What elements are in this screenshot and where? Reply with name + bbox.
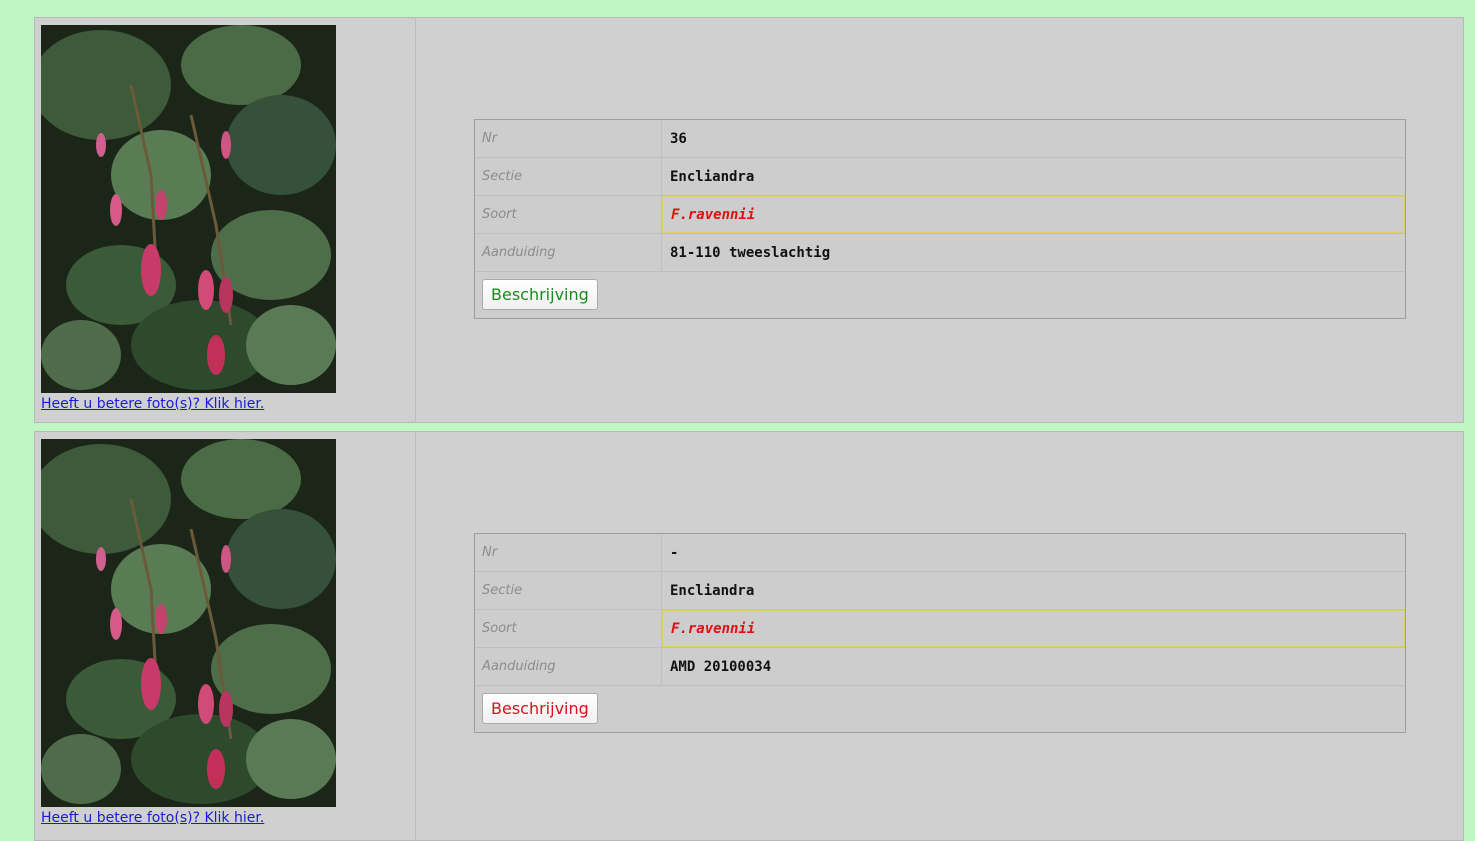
value-nr: - <box>670 545 679 561</box>
fuchsia-photo[interactable] <box>41 439 336 807</box>
row-sectie: Sectie Encliandra <box>475 158 1405 196</box>
top-strip <box>0 0 1475 17</box>
photo-column: Heeft u betere foto(s)? Klik hier. <box>35 432 416 840</box>
row-aanduiding: Aanduiding AMD 20100034 <box>475 648 1405 686</box>
value-aanduiding: AMD 20100034 <box>670 659 772 675</box>
value-soort: F.ravennii <box>662 610 1405 647</box>
photo-column: Heeft u betere foto(s)? Klik hier. <box>35 18 416 422</box>
info-table: Nr 36 Sectie Encliandra Soort F.ravennii… <box>474 119 1406 319</box>
button-row: Beschrijving <box>475 272 1405 318</box>
value-soort: F.ravennii <box>662 196 1405 233</box>
label-sectie: Sectie <box>475 158 662 195</box>
value-sectie: Encliandra <box>670 583 755 599</box>
label-nr: Nr <box>475 534 662 571</box>
row-soort: Soort F.ravennii <box>475 196 1405 234</box>
value-aanduiding: 81-110 tweeslachtig <box>670 245 831 261</box>
label-aanduiding: Aanduiding <box>475 648 662 685</box>
row-nr: Nr 36 <box>475 120 1405 158</box>
better-photo-link[interactable]: Heeft u betere foto(s)? Klik hier. <box>41 810 264 826</box>
row-nr: Nr - <box>475 534 1405 572</box>
value-sectie: Encliandra <box>670 169 755 185</box>
label-sectie: Sectie <box>475 572 662 609</box>
better-photo-link[interactable]: Heeft u betere foto(s)? Klik hier. <box>41 396 264 412</box>
beschrijving-button[interactable]: Beschrijving <box>482 693 598 724</box>
label-nr: Nr <box>475 120 662 157</box>
row-aanduiding: Aanduiding 81-110 tweeslachtig <box>475 234 1405 272</box>
row-soort: Soort F.ravennii <box>475 610 1405 648</box>
label-aanduiding: Aanduiding <box>475 234 662 271</box>
button-row: Beschrijving <box>475 686 1405 732</box>
label-soort: Soort <box>475 610 662 647</box>
beschrijving-button[interactable]: Beschrijving <box>482 279 598 310</box>
value-nr: 36 <box>670 131 687 147</box>
fuchsia-photo[interactable] <box>41 25 336 393</box>
record-card: Heeft u betere foto(s)? Klik hier. Nr - … <box>34 431 1464 841</box>
label-soort: Soort <box>475 196 662 233</box>
record-card: Heeft u betere foto(s)? Klik hier. Nr 36… <box>34 17 1464 423</box>
row-sectie: Sectie Encliandra <box>475 572 1405 610</box>
info-table: Nr - Sectie Encliandra Soort F.ravennii … <box>474 533 1406 733</box>
